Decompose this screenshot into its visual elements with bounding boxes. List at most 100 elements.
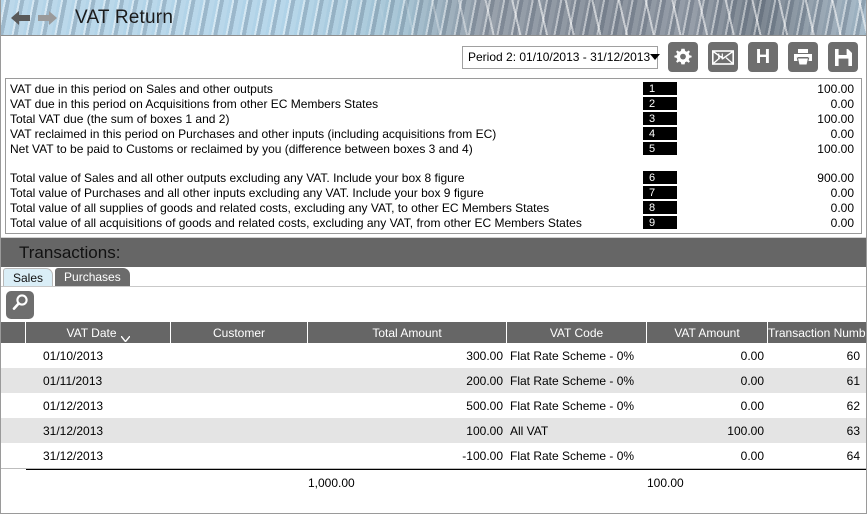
transactions-search-bar (1, 286, 866, 322)
column-header-vat-date[interactable]: VAT Date (26, 322, 171, 343)
transactions-header: Transactions: (1, 237, 866, 267)
cell-vat-amount: 0.00 (740, 348, 764, 363)
totals-rule (26, 469, 866, 470)
search-button[interactable] (6, 290, 34, 319)
svg-text:H: H (718, 52, 724, 61)
column-header-transaction-number[interactable]: Transaction Number (768, 322, 866, 343)
table-row[interactable]: 31/12/2013 -100.00 Flat Rate Scheme - 0%… (1, 443, 866, 468)
vat-box-number: 5 (643, 142, 677, 155)
column-header-vat-code[interactable]: VAT Code (507, 322, 647, 343)
tab-purchases[interactable]: Purchases (55, 268, 130, 286)
title-bar: VAT Return (1, 0, 866, 36)
column-header-vat-amount[interactable]: VAT Amount (647, 322, 768, 343)
transactions-grid: VAT Date Customer Total Amount VAT Code … (1, 322, 866, 513)
vat-panel-spacer (6, 156, 861, 170)
transactions-tabstrip: Sales Purchases (1, 267, 866, 286)
vat-box-label: Total value of all supplies of goods and… (10, 200, 550, 215)
vat-box-value: 100.00 (817, 111, 854, 126)
cell-vat-code: Flat Rate Scheme - 0% (510, 398, 635, 413)
period-select[interactable]: Period 2: 01/10/2013 - 31/12/2013 (462, 45, 661, 69)
table-row[interactable]: 01/10/2013 300.00 Flat Rate Scheme - 0% … (1, 343, 866, 368)
cell-vat-date: 01/12/2013 (43, 398, 104, 413)
grid-header-row: VAT Date Customer Total Amount VAT Code … (1, 322, 866, 343)
cell-total-amount: 200.00 (466, 373, 503, 388)
vat-box-number: 1 (643, 82, 677, 95)
column-header-vat-date-label: VAT Date (66, 325, 117, 340)
print-button[interactable] (788, 42, 818, 72)
vat-box-label: VAT due in this period on Sales and othe… (10, 81, 273, 96)
row-gutter (1, 443, 26, 468)
vat-box-label: VAT reclaimed in this period on Purchase… (10, 126, 497, 141)
tab-sales[interactable]: Sales (3, 268, 54, 286)
row-gutter (1, 418, 26, 443)
cell-total-amount: -100.00 (462, 448, 503, 463)
vat-box-value: 100.00 (817, 141, 854, 156)
hmrc-button[interactable]: H (748, 42, 778, 72)
vat-box-value: 900.00 (817, 170, 854, 185)
vat-box-row: Total value of Sales and all other outpu… (6, 170, 861, 185)
row-gutter (1, 393, 26, 418)
back-arrow-icon[interactable] (11, 10, 30, 25)
vat-box-value: 100.00 (817, 81, 854, 96)
search-icon (11, 293, 30, 317)
cell-customer (171, 443, 308, 468)
cell-customer (171, 393, 308, 418)
table-row[interactable]: 31/12/2013 100.00 All VAT 100.00 63 (1, 418, 866, 443)
cell-vat-code: Flat Rate Scheme - 0% (510, 448, 635, 463)
cell-vat-code: Flat Rate Scheme - 0% (510, 373, 635, 388)
column-header-total-amount[interactable]: Total Amount (308, 322, 507, 343)
cell-vat-code: All VAT (510, 423, 549, 438)
totals-vat-amount: 100.00 (647, 475, 684, 490)
toolbar: Period 2: 01/10/2013 - 31/12/2013 H H (1, 36, 866, 78)
settings-button[interactable] (668, 42, 698, 72)
vat-box-row: Net VAT to be paid to Customs or reclaim… (6, 141, 861, 156)
vat-box-label: Total VAT due (the sum of boxes 1 and 2) (10, 111, 230, 126)
vat-box-row: Total value of all acquisitions of goods… (6, 215, 861, 230)
vat-box-number: 6 (643, 171, 677, 184)
vat-boxes-panel: VAT due in this period on Sales and othe… (5, 78, 862, 234)
vat-box-row: Total value of all supplies of goods and… (6, 200, 861, 215)
cell-transaction-number: 62 (846, 398, 860, 413)
vat-box-row: VAT reclaimed in this period on Purchase… (6, 126, 861, 141)
row-gutter (1, 343, 26, 368)
cell-vat-date: 01/11/2013 (43, 373, 103, 388)
transactions-heading-text: Transactions: (19, 242, 121, 262)
vat-box-number: 7 (643, 186, 677, 199)
forward-arrow-icon[interactable] (38, 10, 57, 25)
cell-customer (171, 368, 308, 393)
cell-total-amount: 500.00 (466, 398, 503, 413)
totals-row: 1,000.00 100.00 (1, 469, 866, 496)
cell-total-amount: 100.00 (466, 423, 503, 438)
envelope-h-icon: H (712, 49, 734, 65)
vat-return-window: VAT Return Period 2: 01/10/2013 - 31/12/… (0, 0, 867, 514)
totals-total-amount: 1,000.00 (308, 475, 355, 490)
column-header-customer[interactable]: Customer (171, 322, 308, 343)
vat-box-number: 8 (643, 201, 677, 214)
vat-box-number: 3 (643, 112, 677, 125)
page-title: VAT Return (75, 6, 174, 28)
cell-vat-date: 31/12/2013 (43, 448, 104, 463)
email-hmrc-button[interactable]: H (708, 42, 738, 72)
vat-box-label: Net VAT to be paid to Customs or reclaim… (10, 141, 473, 156)
cell-vat-date: 31/12/2013 (43, 423, 104, 438)
cell-transaction-number: 64 (846, 448, 860, 463)
save-button[interactable] (828, 42, 858, 72)
column-header-vat-amount-label: VAT Amount (674, 325, 740, 340)
cell-vat-code: Flat Rate Scheme - 0% (510, 348, 635, 363)
vat-box-value: 0.00 (830, 96, 854, 111)
chevron-down-icon (119, 331, 131, 343)
table-row[interactable]: 01/11/2013 200.00 Flat Rate Scheme - 0% … (1, 368, 866, 393)
cell-vat-date: 01/10/2013 (43, 348, 104, 363)
vat-box-label: Total value of Purchases and all other i… (10, 185, 484, 200)
vat-box-value: 0.00 (830, 200, 854, 215)
printer-icon (793, 48, 813, 66)
vat-box-label: Total value of Sales and all other outpu… (10, 170, 465, 185)
gear-icon (674, 48, 692, 66)
vat-box-value: 0.00 (830, 185, 854, 200)
chevron-down-icon (650, 54, 661, 60)
vat-box-number: 2 (643, 97, 677, 110)
column-header-customer-label: Customer (212, 325, 265, 340)
vat-box-label: Total value of all acquisitions of goods… (10, 215, 582, 230)
table-row[interactable]: 01/12/2013 500.00 Flat Rate Scheme - 0% … (1, 393, 866, 418)
vat-box-row: VAT due in this period on Sales and othe… (6, 81, 861, 96)
